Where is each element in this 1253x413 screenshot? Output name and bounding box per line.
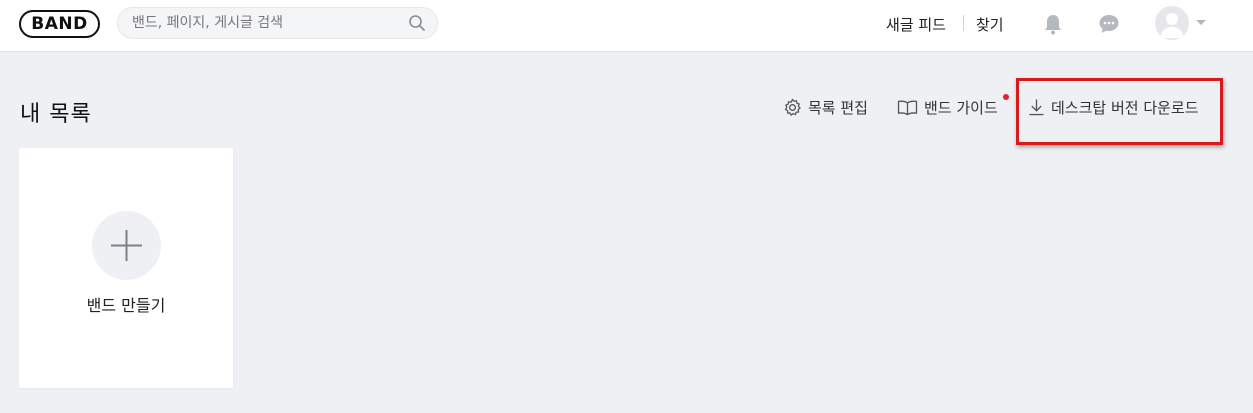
- find-link[interactable]: 찾기: [976, 14, 1004, 35]
- band-logo[interactable]: BAND: [19, 10, 100, 38]
- gear-icon: [784, 98, 801, 116]
- book-icon: [897, 100, 918, 115]
- search-box: [117, 7, 438, 39]
- band-guide-button[interactable]: 밴드 가이드: [897, 96, 998, 118]
- page-title: 내 목록: [20, 102, 92, 127]
- avatar[interactable]: [1155, 6, 1189, 40]
- bell-icon[interactable]: [1041, 12, 1065, 36]
- band-guide-label: 밴드 가이드: [924, 98, 998, 117]
- add-band-button[interactable]: [92, 211, 161, 280]
- nav-divider: [963, 15, 964, 31]
- create-band-card[interactable]: 밴드 만들기: [19, 148, 233, 388]
- caret-down-icon[interactable]: [1196, 20, 1206, 25]
- edit-list-label: 목록 편집: [808, 98, 868, 117]
- search-icon[interactable]: [408, 14, 426, 32]
- create-band-label: 밴드 만들기: [86, 296, 166, 315]
- search-input[interactable]: [132, 8, 402, 38]
- highlight-box: [1016, 78, 1223, 145]
- notification-dot: [1003, 94, 1009, 100]
- plus-icon: [111, 230, 142, 261]
- new-feed-link[interactable]: 새글 피드: [886, 14, 946, 35]
- edit-list-button[interactable]: 목록 편집: [783, 96, 868, 118]
- chat-icon[interactable]: [1097, 12, 1121, 36]
- avatar-icon: [1160, 13, 1184, 38]
- top-header: BAND 새글 피드 찾기: [0, 0, 1253, 52]
